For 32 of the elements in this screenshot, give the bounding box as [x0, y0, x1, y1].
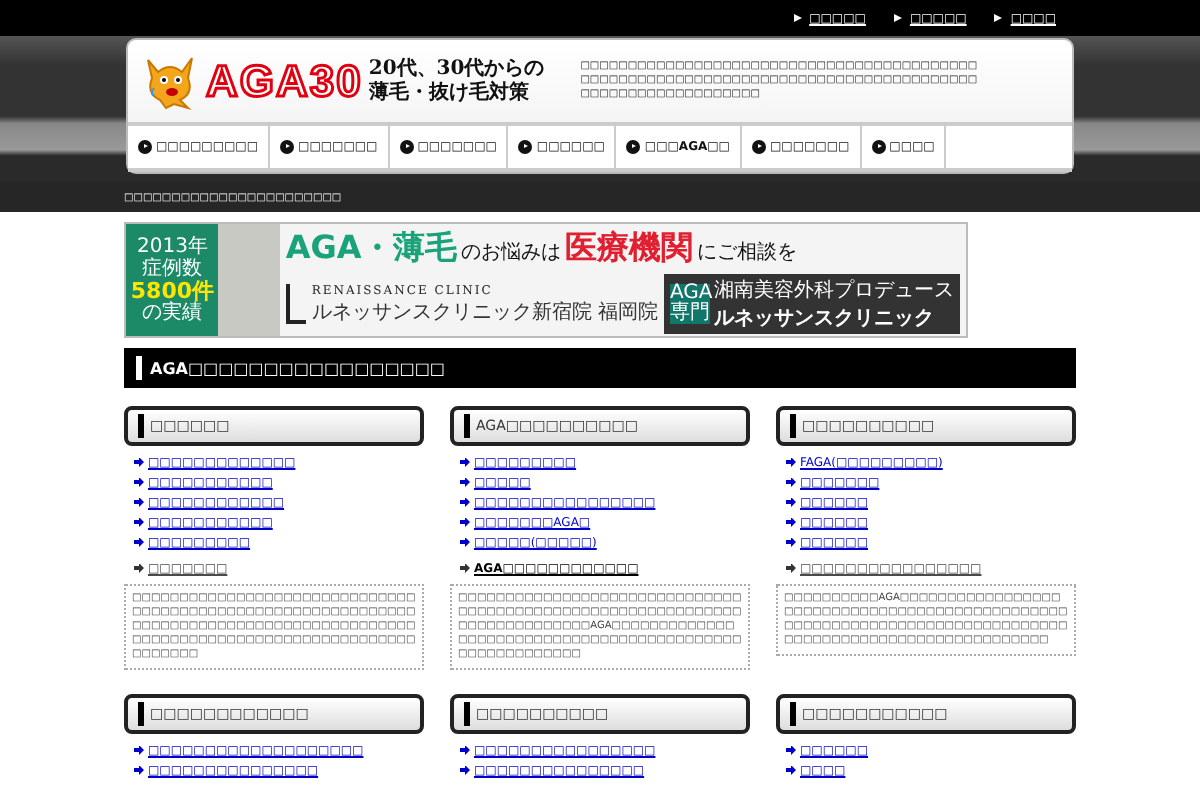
- heading-bar-icon: [136, 356, 142, 380]
- banner-headline: AGA・薄毛: [285, 228, 458, 270]
- clinic-logo-icon: [285, 284, 306, 324]
- banner-headline: 医療機関: [565, 228, 694, 270]
- stat-badge: 2013年 症例数 5800件 の実績: [126, 224, 219, 336]
- clinic-title: ルネッサンスクリニック: [714, 306, 936, 332]
- play-circle-icon: [626, 140, 641, 155]
- play-circle-icon: [751, 140, 766, 155]
- photo-placeholder: [218, 224, 280, 336]
- arrow-icon: [793, 14, 802, 22]
- play-circle-icon: [518, 140, 533, 155]
- heading-bar-icon: [464, 702, 470, 726]
- arrow-icon: [893, 14, 902, 22]
- play-circle-icon: [871, 140, 886, 155]
- play-circle-icon: [399, 140, 414, 155]
- play-circle-icon: [138, 140, 152, 155]
- heading-bar-icon: [138, 414, 144, 438]
- heading-bar-icon: [790, 414, 796, 438]
- heading-bar-icon: [790, 702, 796, 726]
- heading-bar-icon: [138, 702, 144, 726]
- banner-text: のお悩みは: [461, 239, 562, 266]
- banner-text: にご相談を: [697, 239, 798, 266]
- clinic-branches: ルネッサンスクリニック新宿院 福岡院: [311, 299, 658, 325]
- logo-wordmark: AGA30: [206, 55, 363, 108]
- arrow-icon: [994, 14, 1003, 22]
- logo-tagline: 薄毛・抜け毛対策: [368, 81, 531, 106]
- play-circle-icon: [280, 140, 295, 155]
- logo-tagline: 20代、30代からの: [368, 57, 545, 80]
- heading-bar-icon: [464, 414, 470, 438]
- heading-text: AGA□□□□□□□□□□□□□□□□□: [150, 359, 445, 377]
- producer-text: 湘南美容外科プロデュース: [714, 277, 954, 304]
- specialty-badge: AGA専門: [670, 284, 710, 324]
